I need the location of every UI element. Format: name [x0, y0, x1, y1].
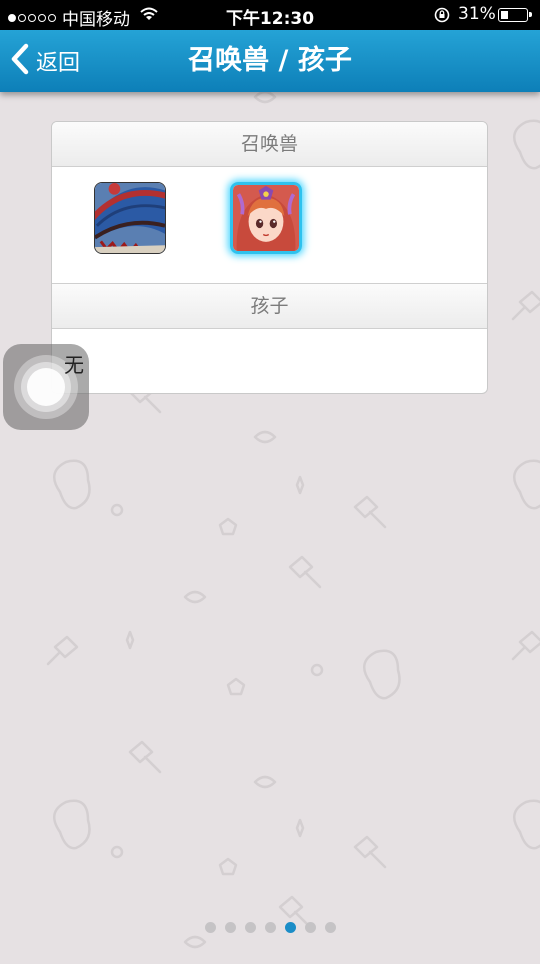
page-title: 召唤兽 / 孩子 — [188, 45, 352, 76]
page-indicator[interactable] — [0, 922, 540, 936]
status-bar: 中国移动 下午12:30 31% — [0, 0, 540, 30]
assistive-ring-inner — [27, 368, 65, 406]
children-list — [52, 329, 487, 393]
page-dot[interactable] — [244, 922, 256, 933]
page-dot[interactable] — [264, 922, 276, 933]
back-button[interactable]: 返回 — [10, 42, 80, 80]
pets-children-panel: 召唤兽 孩子 — [51, 121, 488, 394]
battery-cap — [529, 12, 532, 17]
chevron-left-icon — [10, 43, 30, 79]
pet-item-selected[interactable] — [230, 182, 302, 254]
umbrella-pet-avatar — [95, 183, 165, 253]
pets-list — [52, 167, 487, 283]
battery-percent: 31% — [458, 4, 496, 24]
navigation-bar: 返回 召唤兽 / 孩子 — [0, 30, 540, 92]
children-section-header: 孩子 — [52, 283, 487, 329]
page-dot-active[interactable] — [284, 922, 296, 933]
back-label: 返回 — [36, 51, 81, 76]
page-dot[interactable] — [224, 922, 236, 933]
page-dot[interactable] — [324, 922, 336, 933]
page-dot[interactable] — [204, 922, 216, 933]
battery-icon — [498, 8, 532, 22]
girl-pet-avatar — [233, 185, 299, 251]
pets-section-header: 召唤兽 — [52, 122, 487, 167]
rotation-lock-icon — [434, 7, 450, 28]
page-dot[interactable] — [304, 922, 316, 933]
children-empty-text: 无 — [64, 353, 84, 377]
battery-fill — [501, 11, 508, 19]
pet-item[interactable] — [94, 182, 166, 254]
